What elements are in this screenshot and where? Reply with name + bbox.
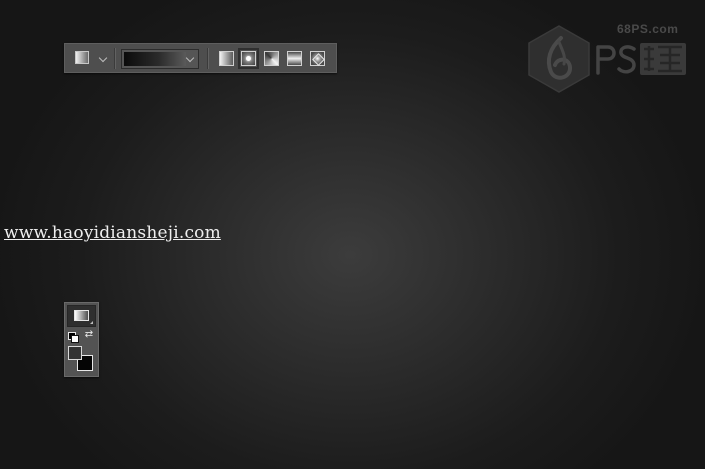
- separator: [207, 48, 209, 69]
- gradient-tool-button[interactable]: [67, 305, 96, 327]
- gradient-preview-swatch[interactable]: [124, 52, 186, 66]
- ps-union-logo-icon: [528, 25, 590, 93]
- chevron-down-icon[interactable]: [185, 53, 195, 63]
- gradient-options-bar: [64, 43, 337, 73]
- chevron-down-icon[interactable]: [98, 53, 108, 63]
- ps-union-brand-logo: [596, 43, 686, 75]
- foreground-color-swatch[interactable]: [68, 346, 82, 360]
- default-colors-icon[interactable]: [68, 332, 79, 343]
- linear-gradient-button[interactable]: [219, 51, 234, 66]
- reflected-gradient-button[interactable]: [287, 51, 302, 66]
- diamond-gradient-button[interactable]: [310, 51, 325, 66]
- separator: [114, 48, 116, 69]
- gradient-picker[interactable]: [121, 49, 199, 69]
- tools-panel: ⇄: [64, 302, 99, 377]
- tool-flyout-indicator: [90, 321, 93, 324]
- gradient-tool-icon: [74, 310, 89, 321]
- tool-preset-gradient-icon[interactable]: [75, 51, 89, 64]
- radial-gradient-button[interactable]: [238, 48, 259, 69]
- default-white-swatch: [71, 335, 79, 343]
- watermark-site-text: 68PS.com: [617, 22, 679, 36]
- site-url-text: www.haoyidiansheji.com: [4, 223, 221, 243]
- angle-gradient-button[interactable]: [264, 51, 279, 66]
- swap-colors-icon[interactable]: ⇄: [83, 329, 95, 341]
